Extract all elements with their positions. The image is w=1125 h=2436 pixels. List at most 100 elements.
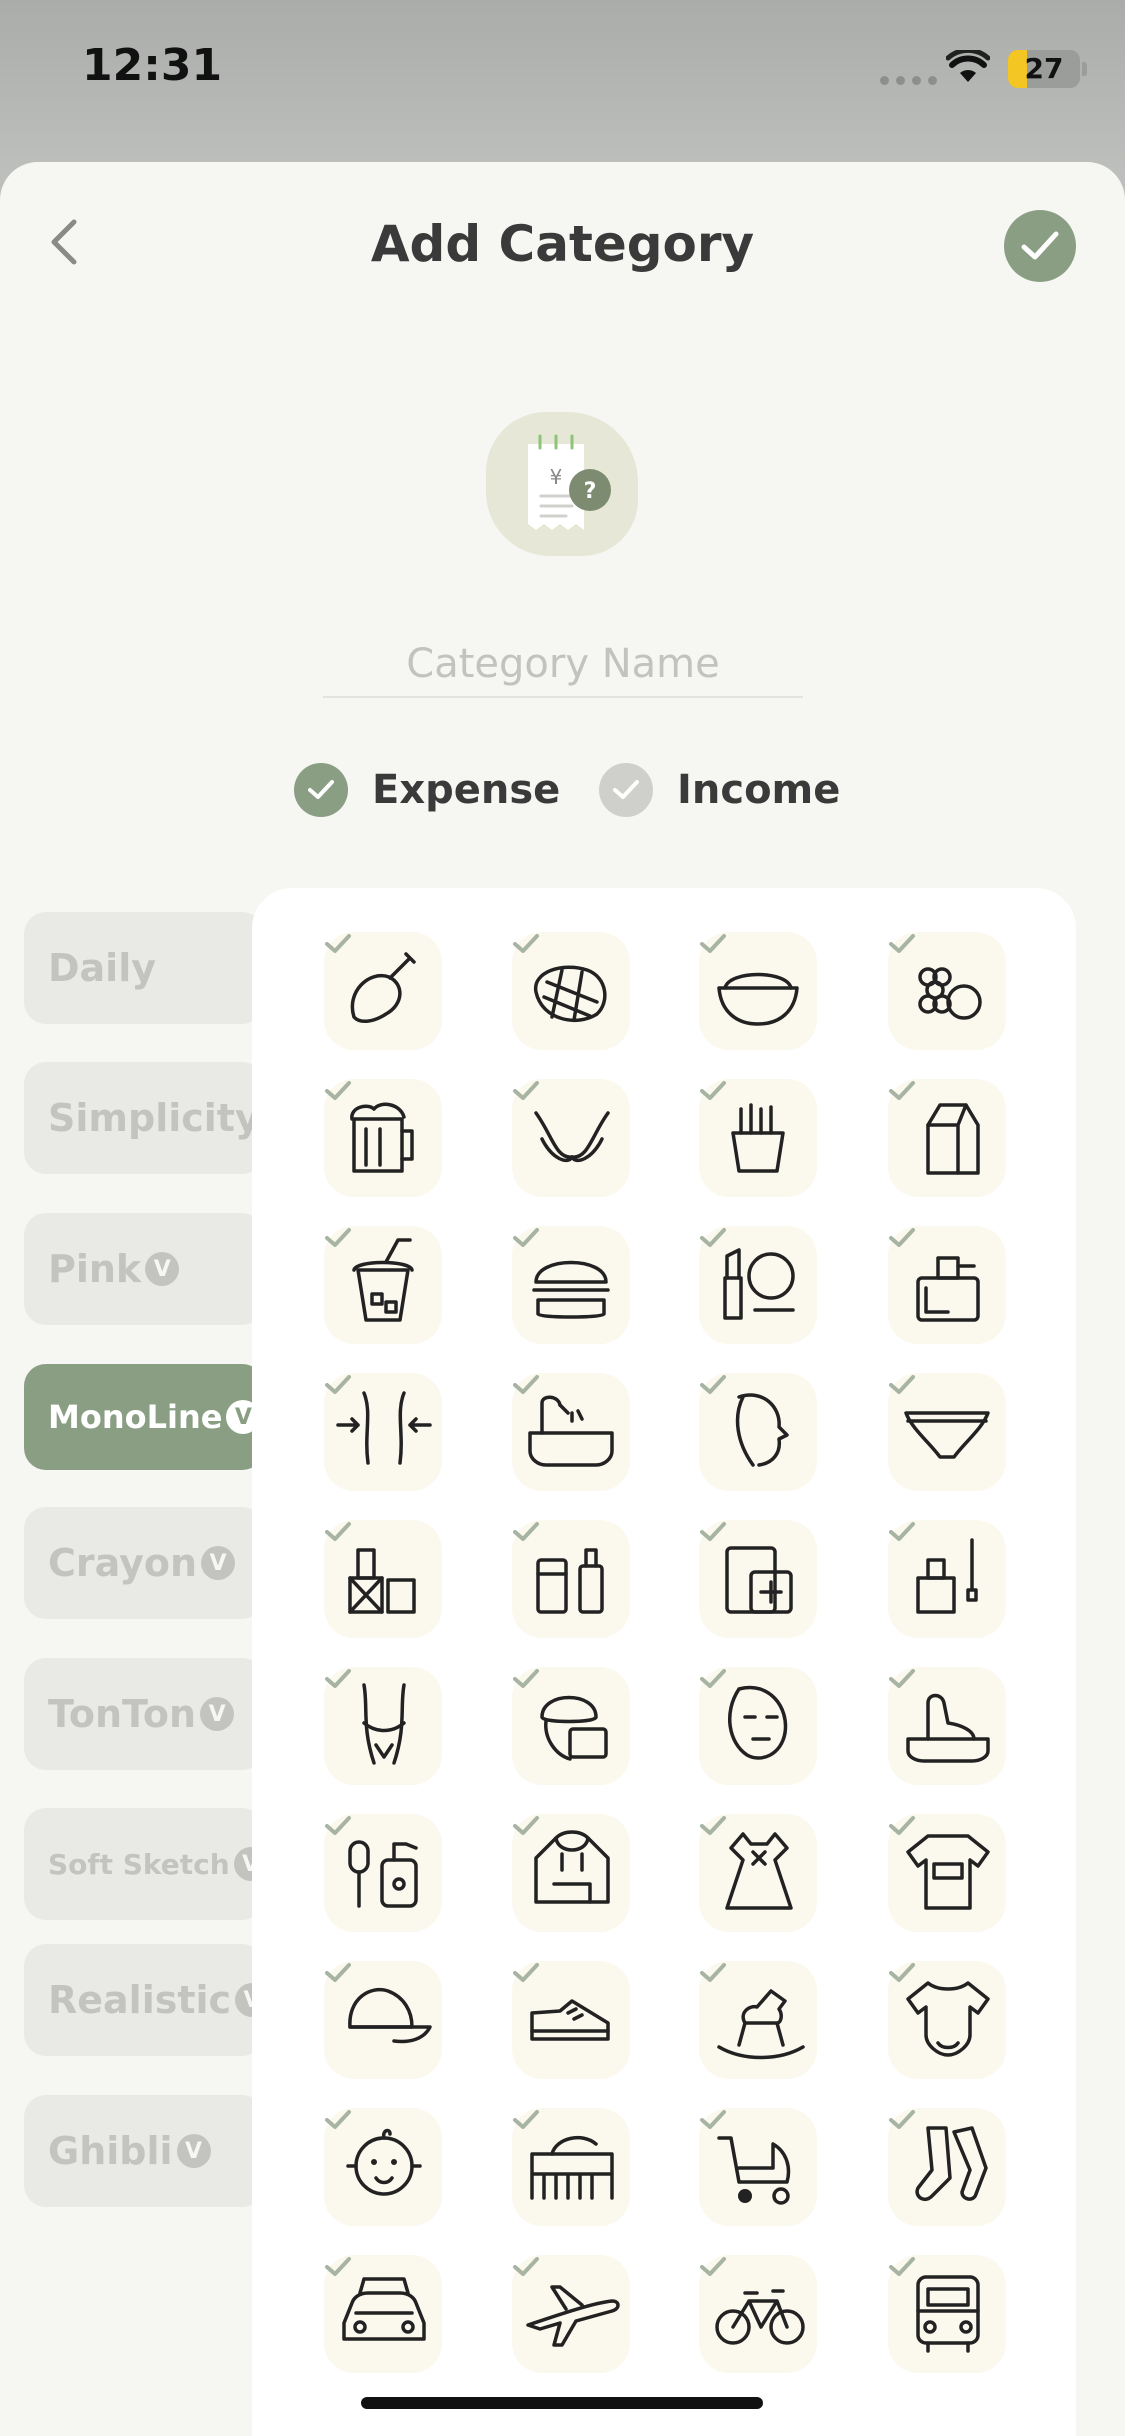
style-tab-label: Realistic bbox=[48, 1978, 232, 2022]
page-title: Add Category bbox=[370, 215, 755, 273]
style-tab-ghibli[interactable]: Ghibli V bbox=[24, 2095, 264, 2207]
icon-option[interactable] bbox=[888, 1373, 1006, 1491]
icon-option[interactable] bbox=[324, 1961, 442, 2079]
icon-option[interactable] bbox=[512, 1520, 630, 1638]
category-name-input[interactable] bbox=[323, 632, 803, 698]
icon-option[interactable] bbox=[512, 2255, 630, 2373]
check-icon bbox=[325, 934, 351, 953]
icon-option[interactable] bbox=[699, 1520, 817, 1638]
check-icon bbox=[889, 1081, 915, 1100]
check-icon bbox=[889, 1522, 915, 1541]
icon-option[interactable] bbox=[888, 932, 1006, 1050]
icon-option[interactable] bbox=[888, 1814, 1006, 1932]
style-tab-realistic[interactable]: Realistic V bbox=[24, 1944, 264, 2056]
style-tab-label: Ghibli bbox=[48, 2129, 173, 2173]
icon-option[interactable] bbox=[888, 1667, 1006, 1785]
check-icon bbox=[700, 1522, 726, 1541]
icon-option[interactable] bbox=[512, 1079, 630, 1197]
check-icon bbox=[1021, 231, 1059, 260]
icon-option[interactable] bbox=[512, 1814, 630, 1932]
check-icon bbox=[700, 1228, 726, 1247]
check-icon bbox=[308, 780, 334, 799]
check-icon bbox=[700, 1375, 726, 1394]
income-label: Income bbox=[677, 767, 841, 813]
style-tab-pink[interactable]: Pink V bbox=[24, 1213, 264, 1325]
check-icon bbox=[889, 1963, 915, 1982]
icon-option[interactable] bbox=[324, 1226, 442, 1344]
icon-option[interactable] bbox=[888, 1226, 1006, 1344]
vip-badge: V bbox=[201, 1546, 236, 1580]
style-tab-monoline[interactable]: MonoLine V bbox=[24, 1364, 264, 1470]
check-icon bbox=[889, 1669, 915, 1688]
battery-indicator: 27 bbox=[1008, 50, 1080, 88]
style-tab-label: MonoLine bbox=[48, 1398, 223, 1436]
expense-label: Expense bbox=[372, 767, 561, 813]
check-icon bbox=[700, 1669, 726, 1688]
style-tab-label: Soft Sketch bbox=[48, 1847, 230, 1881]
svg-text:¥: ¥ bbox=[550, 465, 563, 489]
icon-option[interactable] bbox=[324, 2255, 442, 2373]
style-tab-crayon[interactable]: Crayon V bbox=[24, 1507, 264, 1619]
style-tab-label: Crayon bbox=[48, 1541, 198, 1585]
style-tab-tonton[interactable]: TonTon V bbox=[24, 1658, 264, 1770]
check-icon bbox=[700, 1081, 726, 1100]
vip-badge: V bbox=[176, 2134, 211, 2168]
icon-option[interactable] bbox=[512, 932, 630, 1050]
check-icon bbox=[325, 1081, 351, 1100]
icon-option[interactable] bbox=[699, 1373, 817, 1491]
icon-option[interactable] bbox=[324, 1667, 442, 1785]
style-tab-daily[interactable]: Daily bbox=[24, 912, 264, 1024]
style-tab-soft-sketch[interactable]: Soft Sketch V bbox=[24, 1808, 264, 1920]
icon-option[interactable] bbox=[512, 1373, 630, 1491]
icon-option[interactable] bbox=[512, 1226, 630, 1344]
icon-option[interactable] bbox=[888, 1079, 1006, 1197]
check-icon bbox=[513, 2110, 539, 2129]
check-icon bbox=[889, 2110, 915, 2129]
icon-option[interactable] bbox=[888, 2255, 1006, 2373]
wifi-icon bbox=[946, 50, 990, 82]
icon-option[interactable] bbox=[324, 1814, 442, 1932]
expense-option[interactable]: Expense bbox=[294, 762, 560, 818]
icon-option[interactable] bbox=[699, 1667, 817, 1785]
icon-option[interactable] bbox=[699, 1814, 817, 1932]
icon-option[interactable] bbox=[324, 932, 442, 1050]
income-option[interactable]: Income bbox=[599, 762, 840, 818]
icon-option[interactable] bbox=[512, 2108, 630, 2226]
icon-option[interactable] bbox=[699, 1226, 817, 1344]
check-icon bbox=[889, 934, 915, 953]
check-icon bbox=[513, 934, 539, 953]
icon-option[interactable] bbox=[699, 932, 817, 1050]
check-icon bbox=[700, 2110, 726, 2129]
style-tab-simplicity[interactable]: Simplicity bbox=[24, 1062, 264, 1174]
icon-option[interactable] bbox=[699, 2108, 817, 2226]
icon-option[interactable] bbox=[324, 1079, 442, 1197]
icon-option[interactable] bbox=[512, 1667, 630, 1785]
icon-option[interactable] bbox=[888, 1520, 1006, 1638]
confirm-button[interactable] bbox=[1004, 210, 1076, 282]
icon-option[interactable] bbox=[888, 2108, 1006, 2226]
icon-option[interactable] bbox=[699, 1079, 817, 1197]
check-icon bbox=[325, 1963, 351, 1982]
cellular-signal-icon bbox=[880, 76, 937, 85]
style-tab-label: Daily bbox=[48, 946, 157, 990]
category-icon-preview[interactable]: ¥ ? bbox=[486, 412, 638, 556]
icon-option[interactable] bbox=[888, 1961, 1006, 2079]
icon-option[interactable] bbox=[324, 1373, 442, 1491]
check-icon bbox=[613, 780, 639, 799]
check-icon bbox=[325, 1669, 351, 1688]
battery-cap bbox=[1082, 62, 1087, 76]
check-icon bbox=[513, 1816, 539, 1835]
check-icon bbox=[513, 1081, 539, 1100]
icon-option[interactable] bbox=[512, 1961, 630, 2079]
check-icon bbox=[889, 1375, 915, 1394]
icon-grid bbox=[252, 888, 1076, 2436]
check-icon bbox=[700, 934, 726, 953]
check-icon bbox=[325, 1375, 351, 1394]
icon-option[interactable] bbox=[324, 2108, 442, 2226]
icon-option[interactable] bbox=[324, 1520, 442, 1638]
icon-option[interactable] bbox=[699, 2255, 817, 2373]
check-icon bbox=[513, 1669, 539, 1688]
icon-option[interactable] bbox=[699, 1961, 817, 2079]
check-icon bbox=[889, 1228, 915, 1247]
check-icon bbox=[325, 1816, 351, 1835]
